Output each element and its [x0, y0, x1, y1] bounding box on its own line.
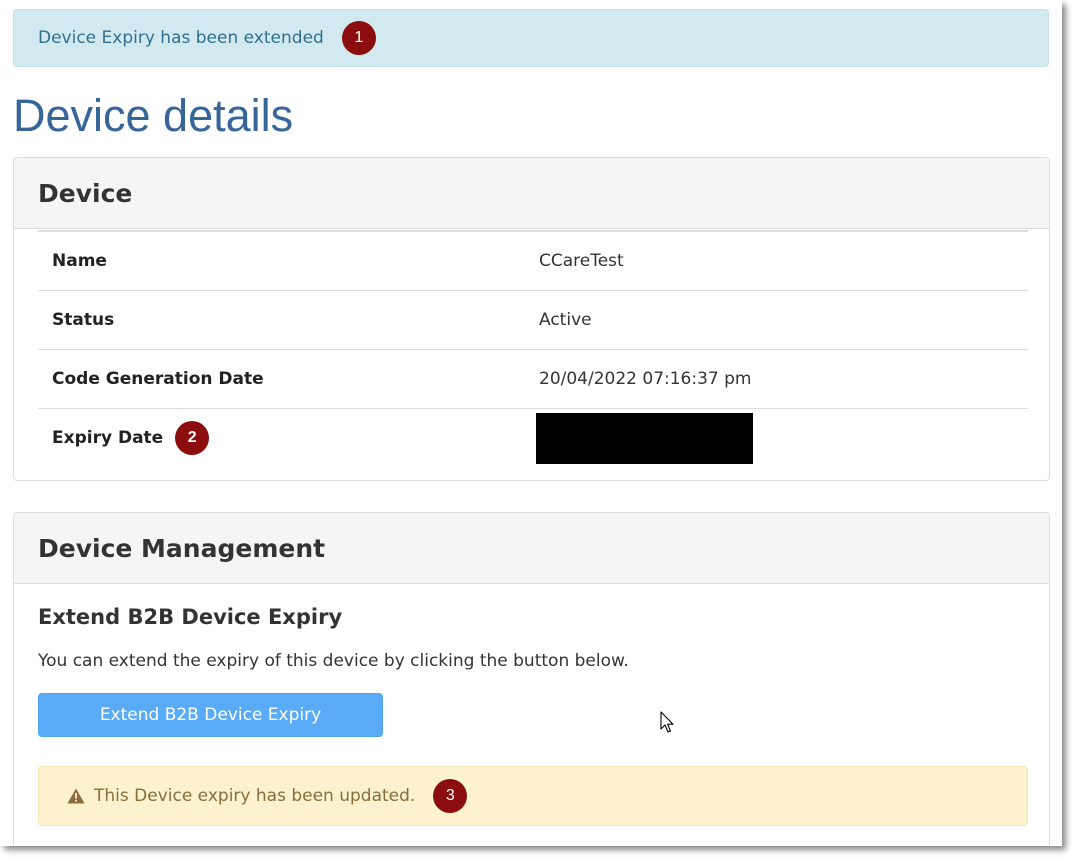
device-panel-heading: Device: [14, 158, 1049, 229]
table-row: Name CCareTest: [38, 230, 1028, 291]
device-management-heading: Device Management: [14, 513, 1049, 584]
row-value-status: Active: [525, 290, 1028, 350]
row-value-expiry-date: [525, 408, 1028, 467]
row-label-expiry-date-cell: Expiry Date 2: [38, 408, 525, 467]
table-row: Expiry Date 2: [38, 408, 1028, 467]
warning-icon: [67, 788, 85, 804]
page-title: Device details: [13, 90, 294, 141]
success-alert-text: Device Expiry has been extended: [38, 28, 324, 48]
device-management-panel: Device Management Extend B2B Device Expi…: [13, 512, 1050, 846]
page-frame: Device Expiry has been extended 1 Device…: [0, 0, 1062, 846]
warning-alert: This Device expiry has been updated. 3: [38, 766, 1028, 826]
row-label-status: Status: [38, 290, 525, 350]
redacted-value: [536, 412, 753, 464]
row-label-code-generation-date: Code Generation Date: [38, 349, 525, 409]
mouse-cursor-icon: [660, 711, 674, 733]
table-row: Code Generation Date 20/04/2022 07:16:37…: [38, 349, 1028, 409]
warning-alert-text: This Device expiry has been updated.: [94, 786, 416, 806]
extend-expiry-heading: Extend B2B Device Expiry: [38, 605, 343, 629]
extend-expiry-help-text: You can extend the expiry of this device…: [38, 651, 629, 671]
device-panel: Device Name CCareTest Status Active Code…: [13, 157, 1050, 481]
row-value-name: CCareTest: [525, 230, 1028, 291]
annotation-marker-1: 1: [341, 21, 376, 55]
annotation-marker-2: 2: [175, 421, 210, 455]
table-row: Status Active: [38, 290, 1028, 350]
annotation-marker-3: 3: [433, 779, 468, 813]
row-label-expiry-date: Expiry Date: [52, 428, 164, 448]
device-details-table: Name CCareTest Status Active Code Genera…: [38, 230, 1028, 467]
row-label-name: Name: [38, 230, 525, 291]
row-value-code-generation-date: 20/04/2022 07:16:37 pm: [525, 349, 1028, 409]
success-alert: Device Expiry has been extended 1: [13, 9, 1049, 67]
extend-expiry-button[interactable]: Extend B2B Device Expiry: [38, 693, 383, 737]
